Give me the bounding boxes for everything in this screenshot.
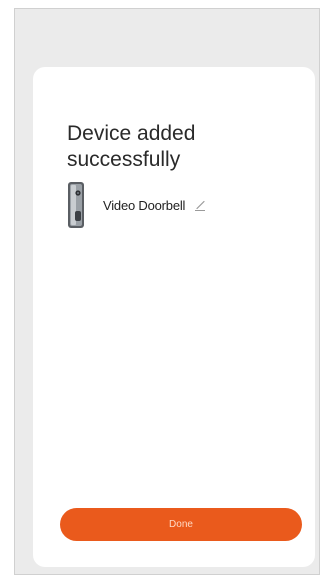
video-doorbell-icon [68, 182, 84, 228]
device-row: Video Doorbell [67, 179, 207, 231]
dialog-title: Device added successfully [67, 122, 196, 171]
pencil-edit-icon[interactable] [193, 198, 207, 212]
device-name: Video Doorbell [103, 197, 186, 213]
app-screen: Device added successfully Video Doorbell… [14, 8, 320, 575]
done-button[interactable]: Done [60, 508, 302, 541]
success-dialog: Device added successfully Video Doorbell… [33, 67, 315, 567]
